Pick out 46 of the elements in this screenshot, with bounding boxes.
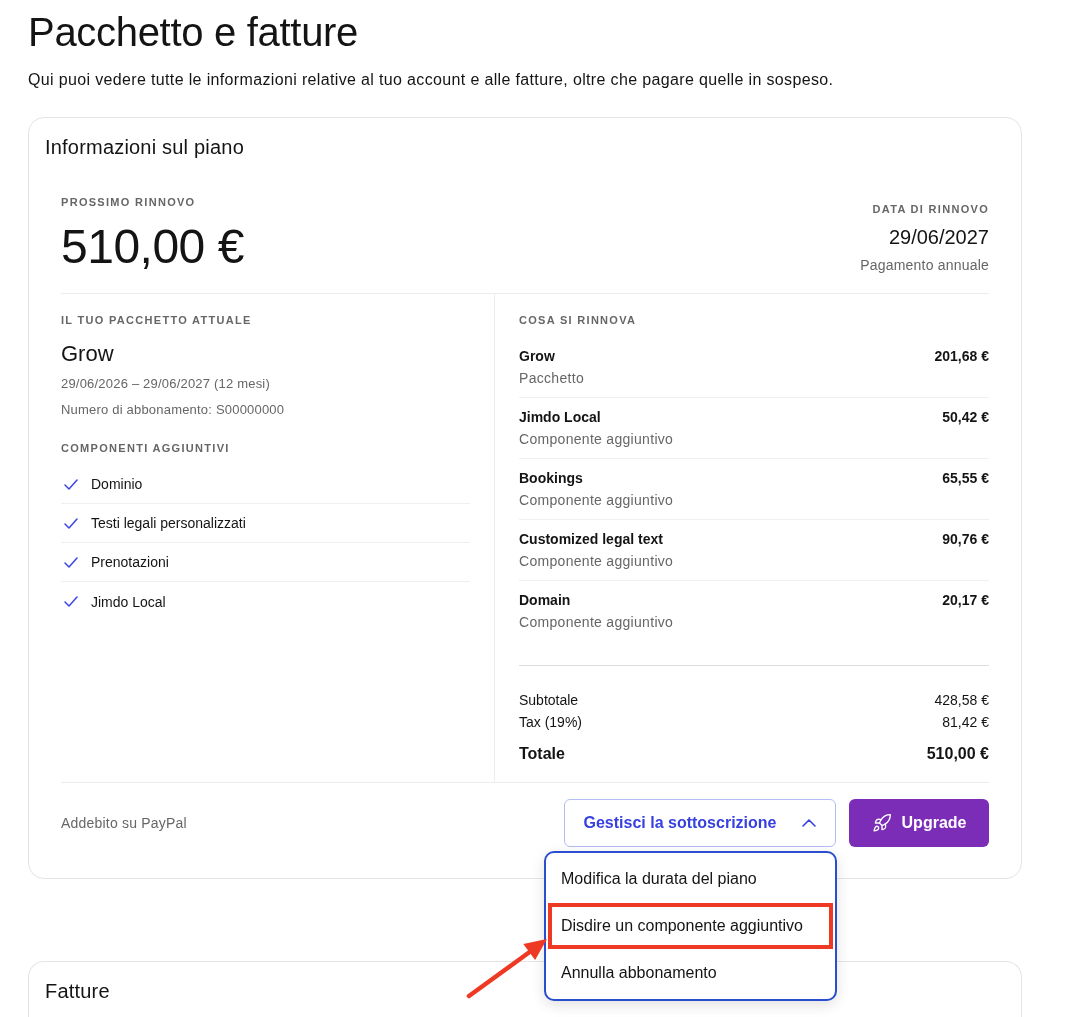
card-title: Informazioni sul piano	[45, 135, 245, 159]
card-title: Fatture	[45, 979, 111, 1003]
upgrade-button[interactable]: Upgrade	[849, 799, 989, 847]
caret-icon	[802, 819, 817, 827]
section-label: DATA DI RINNOVO	[872, 202, 989, 216]
renewal-amount: 510,00 €	[61, 219, 244, 275]
item-name: Grow	[519, 347, 555, 365]
summary-label: Tax (19%)	[519, 713, 583, 732]
item-type: Componente aggiuntivo	[519, 552, 675, 570]
summary-label: Subtotale	[519, 691, 579, 710]
item-price: 65,55 €	[942, 469, 989, 487]
item-type: Componente aggiuntivo	[519, 491, 675, 509]
rocket-icon	[871, 813, 892, 833]
item-price: 20,17 €	[942, 591, 989, 609]
addon-name: Testi legali personalizzati	[91, 514, 246, 532]
item-name: Bookings	[519, 469, 583, 487]
item-name: Domain	[519, 591, 571, 609]
billing-cycle: Pagamento annuale	[860, 256, 989, 274]
package-period: 29/06/2026 – 29/06/2027 (12 mesi)	[61, 375, 271, 393]
section-label: COMPONENTI AGGIUNTIVI	[61, 441, 231, 455]
item-type: Pacchetto	[519, 369, 585, 387]
package-name: Grow	[61, 340, 115, 368]
addon-name: Dominio	[91, 475, 143, 493]
addon-name: Prenotazioni	[91, 553, 169, 571]
section-label: PROSSIMO RINNOVO	[61, 195, 197, 209]
item-price: 50,42 €	[942, 408, 989, 426]
section-label: IL TUO PACCHETTO ATTUALE	[61, 313, 253, 327]
total-value: 510,00 €	[926, 744, 989, 764]
payment-method: Addebito su PayPal	[61, 814, 187, 832]
subscription-number: Numero di abbonamento: S00000000	[61, 401, 286, 419]
menu-item[interactable]: Disdire un componente aggiuntivo	[548, 903, 833, 949]
item-name: Customized legal text	[519, 530, 663, 548]
addon-name: Jimdo Local	[91, 592, 166, 611]
section-label: COSA SI RINNOVA	[519, 313, 638, 327]
page-description: Qui puoi vedere tutte le informazioni relative al tuo account e alle fatture, oltre che pagare quelle in sospeso.	[28, 70, 835, 90]
manage-subscription-button[interactable]: Gestisci la sottoscrizione	[564, 799, 836, 847]
summary-value: 81,42 €	[942, 713, 989, 732]
item-type: Componente aggiuntivo	[519, 430, 675, 448]
page-title: Pacchetto e fatture	[28, 9, 360, 56]
item-price: 90,76 €	[942, 530, 989, 548]
item-type: Componente aggiuntivo	[519, 613, 675, 631]
renewal-date: 29/06/2027	[888, 225, 989, 249]
summary-value: 428,58 €	[934, 691, 989, 710]
total-label: Totale	[519, 744, 565, 764]
item-name: Jimdo Local	[519, 408, 601, 426]
item-price: 201,68 €	[934, 347, 989, 365]
